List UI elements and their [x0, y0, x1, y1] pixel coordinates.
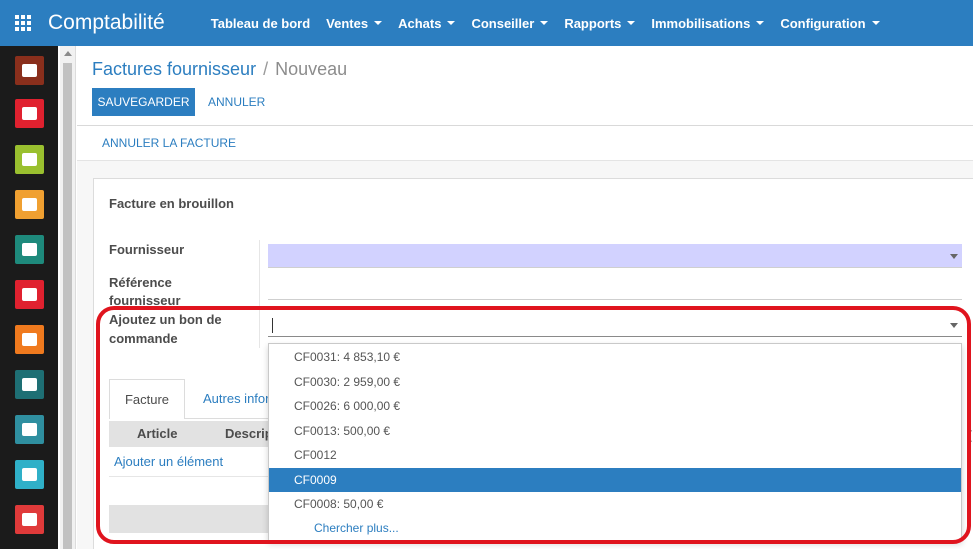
tabs-divider [185, 418, 268, 419]
supplier-label: Fournisseur [109, 242, 185, 257]
contacts-app-icon-glyph [22, 243, 37, 256]
partial-icon: ( [968, 428, 972, 442]
reporting-app-icon[interactable] [15, 325, 44, 354]
supplier-ref-label-line1: Référence [109, 275, 172, 290]
mail-app-icon-glyph [22, 107, 37, 120]
supplier-field[interactable] [268, 244, 962, 268]
tab-invoice[interactable]: Facture [109, 379, 185, 419]
menu-purchases[interactable]: Achats [390, 0, 463, 46]
payments-app-icon[interactable] [15, 460, 44, 489]
website-app-icon[interactable] [15, 370, 44, 399]
scrollbar-thumb[interactable] [63, 63, 72, 549]
building-app-icon-glyph [22, 513, 37, 526]
discuss-app-icon-glyph [22, 64, 37, 77]
purchase-order-label-line2: commande [109, 331, 178, 346]
menu-configuration[interactable]: Configuration [772, 0, 887, 46]
control-panel: Factures fournisseur / Nouveau SAUVEGARDER… [77, 46, 973, 126]
invoice-lines-footer [109, 505, 268, 533]
invoice-status-title: Facture en brouillon [109, 196, 234, 211]
caret-down-icon [540, 21, 549, 25]
caret-down-icon [871, 21, 880, 25]
purchase-order-dropdown: CF0031: 4 853,10 € CF0030: 2 959,00 € CF… [268, 343, 962, 541]
contacts-app-icon[interactable] [15, 235, 44, 264]
main-menu: Tableau de bord Ventes Achats Conseiller… [203, 0, 888, 46]
caret-down-icon [447, 21, 456, 25]
caret-down-icon [374, 21, 383, 25]
maps-app-icon-glyph [22, 198, 37, 211]
text-cursor [272, 318, 273, 333]
app-sidebar [0, 46, 58, 549]
calendar-app-icon[interactable] [15, 145, 44, 174]
discuss-app-icon[interactable] [15, 56, 44, 85]
breadcrumb-current: Nouveau [275, 59, 348, 79]
supplier-ref-label-line2: fournisseur [109, 293, 181, 308]
documents-app-icon-glyph [22, 288, 37, 301]
menu-sales[interactable]: Ventes [318, 0, 390, 46]
tab-other-info[interactable]: Autres infor [203, 391, 269, 406]
purchase-order-input[interactable] [268, 313, 962, 337]
column-description[interactable]: Descrip [225, 426, 273, 441]
pos-app-icon[interactable] [15, 415, 44, 444]
reporting-app-icon-glyph [22, 333, 37, 346]
dropdown-option[interactable]: CF0013: 500,00 € [269, 419, 961, 443]
menu-assets[interactable]: Immobilisations [643, 0, 772, 46]
add-line-link[interactable]: Ajouter un élément [114, 454, 223, 469]
apps-menu-icon[interactable] [0, 0, 46, 46]
breadcrumb: Factures fournisseur / Nouveau [92, 59, 347, 80]
app-title: Comptabilité [48, 11, 165, 34]
column-article[interactable]: Article [137, 426, 177, 441]
payments-app-icon-glyph [22, 468, 37, 481]
row-divider [109, 476, 268, 477]
caret-down-icon[interactable] [950, 323, 958, 328]
caret-down-icon[interactable] [950, 254, 958, 259]
calendar-app-icon-glyph [22, 153, 37, 166]
dropdown-option[interactable]: CF0008: 50,00 € [269, 492, 961, 516]
building-app-icon[interactable] [15, 505, 44, 534]
pos-app-icon-glyph [22, 423, 37, 436]
form-statusbar: ANNULER LA FACTURE [77, 127, 973, 159]
supplier-ref-field[interactable] [268, 276, 962, 300]
cancel-invoice-button[interactable]: ANNULER LA FACTURE [102, 136, 236, 150]
label-separator [259, 240, 260, 348]
top-navbar: Comptabilité Tableau de bord Ventes Acha… [0, 0, 973, 46]
website-app-icon-glyph [22, 378, 37, 391]
search-more-link[interactable]: Chercher plus... [269, 516, 961, 540]
menu-dashboard[interactable]: Tableau de bord [203, 0, 318, 46]
mail-app-icon[interactable] [15, 99, 44, 128]
menu-reports[interactable]: Rapports [556, 0, 643, 46]
save-button[interactable]: SAUVEGARDER [92, 88, 195, 116]
purchase-order-label-line1: Ajoutez un bon de [109, 312, 222, 327]
dropdown-option-selected[interactable]: CF0009 [269, 468, 961, 492]
breadcrumb-separator: / [263, 59, 269, 79]
dropdown-option[interactable]: CF0030: 2 959,00 € [269, 370, 961, 394]
dropdown-option[interactable]: CF0012 [269, 443, 961, 467]
discard-button[interactable]: ANNULER [200, 88, 273, 116]
caret-down-icon [756, 21, 765, 25]
maps-app-icon[interactable] [15, 190, 44, 219]
dropdown-option[interactable]: CF0026: 6 000,00 € [269, 394, 961, 418]
dropdown-option[interactable]: CF0031: 4 853,10 € [269, 345, 961, 369]
documents-app-icon[interactable] [15, 280, 44, 309]
menu-adviser[interactable]: Conseiller [463, 0, 556, 46]
scrollbar[interactable] [60, 46, 76, 549]
breadcrumb-parent-link[interactable]: Factures fournisseur [92, 59, 256, 79]
scroll-up-arrow-icon[interactable] [64, 51, 72, 56]
caret-down-icon [627, 21, 636, 25]
